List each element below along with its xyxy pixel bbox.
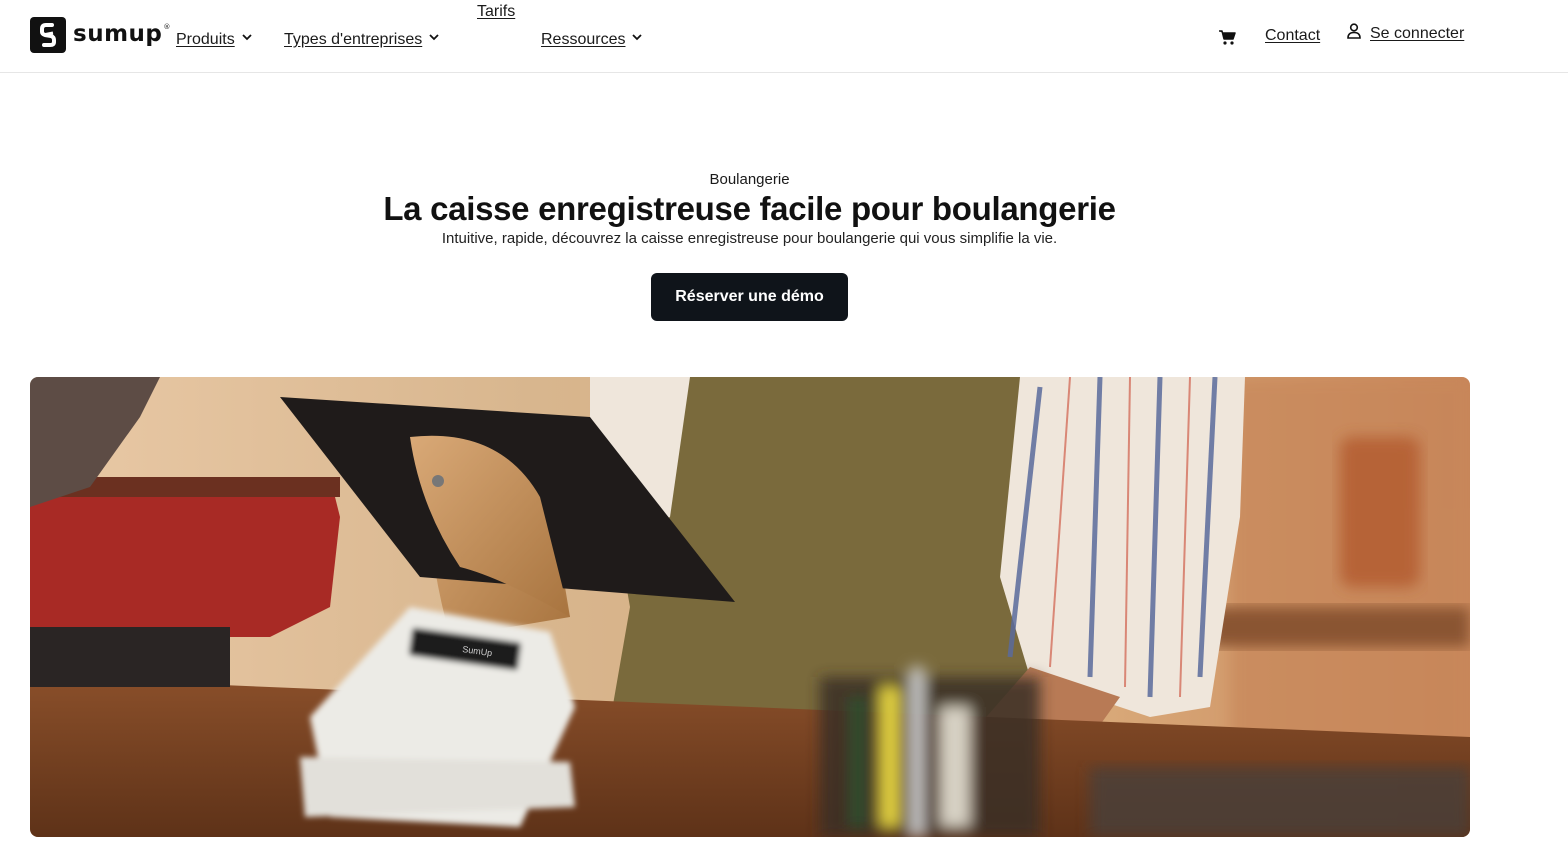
nav-tarifs-label: Tarifs	[477, 3, 516, 20]
login-link[interactable]: Se connecter	[1347, 23, 1465, 43]
chevron-down-icon	[242, 33, 252, 41]
site-header: sumup® Produits Types d'entreprises Tari…	[0, 0, 1568, 73]
nav-produits-label: Produits	[176, 31, 235, 48]
cart-icon[interactable]	[1217, 27, 1237, 47]
hero-eyebrow: Boulangerie	[709, 171, 790, 188]
nav-ressources-label: Ressources	[541, 31, 626, 48]
sumup-wordmark: sumup®	[73, 21, 171, 47]
sumup-logo-mark-icon	[30, 17, 66, 53]
hero-title: La caisse enregistreuse facile pour boul…	[383, 190, 1116, 227]
contact-link[interactable]: Contact	[1265, 27, 1320, 45]
book-demo-button[interactable]: Réserver une démo	[651, 273, 848, 321]
sumup-logo[interactable]: sumup®	[30, 17, 171, 53]
user-icon	[1347, 23, 1361, 39]
nav-ressources[interactable]: Ressources	[541, 31, 643, 49]
nav-produits[interactable]: Produits	[176, 31, 252, 49]
chevron-down-icon	[429, 33, 439, 41]
hero-image-illustration: SumUp	[30, 377, 1470, 837]
chevron-down-icon	[632, 33, 643, 41]
nav-types-entreprises-label: Types d'entreprises	[284, 31, 423, 48]
login-label: Se connecter	[1370, 25, 1465, 42]
nav-types-entreprises[interactable]: Types d'entreprises	[284, 31, 439, 49]
hero-subtitle: Intuitive, rapide, découvrez la caisse e…	[441, 230, 1058, 247]
hero-image: SumUp	[30, 377, 1470, 837]
nav-tarifs[interactable]: Tarifs	[477, 3, 515, 21]
contact-label: Contact	[1265, 27, 1321, 44]
